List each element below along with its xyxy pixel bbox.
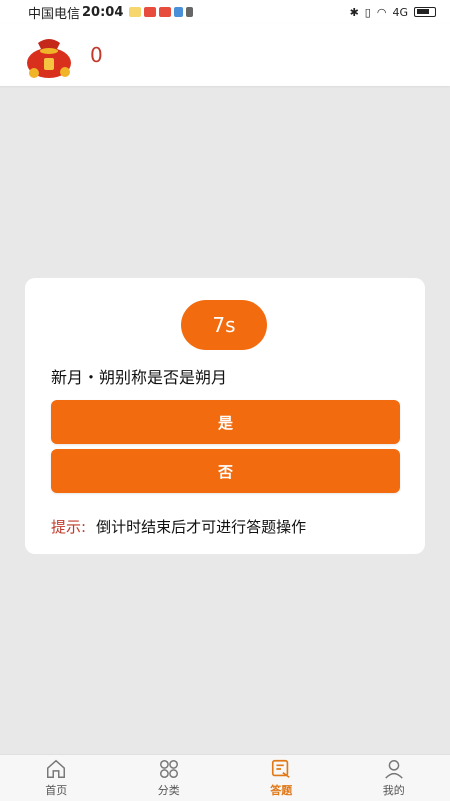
status-bar: 中国电信 20:04 ✱ ▯ ◠ 4G [0,0,450,24]
money-bag-icon[interactable] [24,31,74,79]
hint-text: 倒计时结束后才可进行答题操作 [96,516,306,537]
hint: 提示: 倒计时结束后才可进行答题操作 [51,516,306,537]
home-icon [45,758,67,780]
notification-icon [144,7,156,17]
tab-category[interactable]: 分类 [113,755,226,801]
question-text: 新月・朔别称是否是朔月 [51,364,227,388]
vibrate-icon: ▯ [365,6,371,19]
tab-label: 分类 [158,782,180,798]
notification-icon [159,7,171,17]
shield-icon [174,7,183,17]
bluetooth-icon: ✱ [350,6,359,19]
clipboard-icon [186,7,193,17]
tab-label: 首页 [45,782,67,798]
wifi-icon: ◠ [377,6,387,19]
header: 0 [0,24,450,86]
countdown-timer: 7s [181,300,267,350]
battery-icon [414,7,436,17]
answer-no-button[interactable]: 否 [51,449,400,493]
tab-label: 答题 [270,782,292,798]
quiz-icon [270,758,292,780]
user-icon [383,758,405,780]
answer-yes-button[interactable]: 是 [51,400,400,444]
bottom-tab-bar: 首页 分类 答题 我的 [0,754,450,801]
notification-icon [129,7,141,17]
hint-label: 提示: [51,516,86,537]
coin-count: 0 [90,43,103,67]
grid-icon [158,758,180,780]
quiz-card: 7s 新月・朔别称是否是朔月 是 否 提示: 倒计时结束后才可进行答题操作 [25,278,425,554]
tab-label: 我的 [383,782,405,798]
tab-mine[interactable]: 我的 [338,755,450,801]
signal-icon: 4G [392,6,408,19]
tab-quiz[interactable]: 答题 [225,755,338,801]
clock: 20:04 [82,5,123,20]
carrier-name: 中国电信 [28,3,80,22]
tab-home[interactable]: 首页 [0,755,113,801]
